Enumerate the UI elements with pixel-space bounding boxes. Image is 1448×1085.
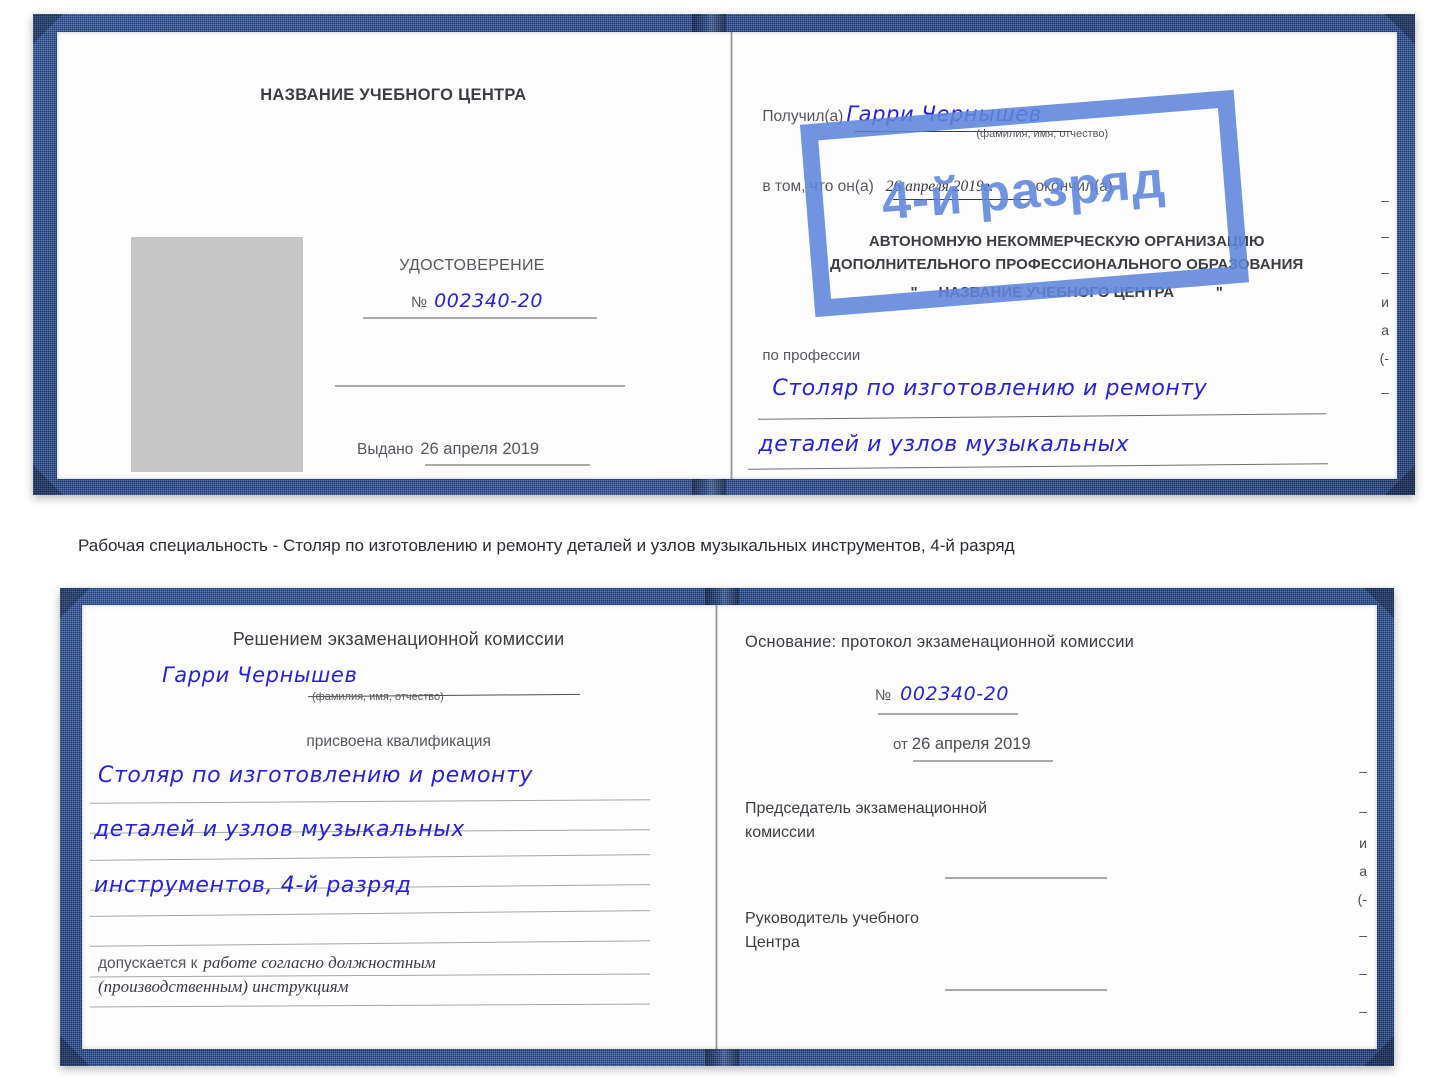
in-that-label: в том, что он(а) — [762, 178, 874, 195]
page2-center-fold — [715, 605, 719, 1049]
completion-date-rule — [893, 199, 1034, 201]
org-line-2: ДОПОЛНИТЕЛЬНОГО ПРОФЕССИОНАЛЬНОГО ОБРАЗО… — [830, 256, 1304, 273]
chairman-signature-rule — [945, 877, 1108, 879]
qual-rule-1 — [90, 799, 650, 805]
qualification-line-1: Столяр по изготовлению и ремонту — [98, 763, 534, 788]
in-that-row: в том, что он(а) 26 апреля 2019г. окончи… — [762, 178, 1113, 196]
certificate-pages-top: НАЗВАНИЕ УЧЕБНОГО ЦЕНТРА УДОСТОВЕРЕНИЕ №… — [57, 32, 1397, 479]
protocol-number-row: № 002340-20 — [875, 683, 1009, 705]
doc1-right-page: Получил(а) Гарри Чернышев (фамилия, имя,… — [736, 32, 1397, 479]
doc2-edge-fragment-1: – — [1359, 763, 1367, 779]
doc2-edge-fragment-5: (- — [1357, 891, 1367, 907]
edge-fragment-4: и — [1381, 294, 1389, 310]
admitted-value-2: (производственным) инструкциям — [98, 977, 349, 996]
received-row: Получил(а) Гарри Чернышев — [762, 102, 1041, 126]
protocol-number-rule — [878, 713, 1019, 715]
admitted-row: допускается к работе согласно должностны… — [98, 953, 436, 973]
received-label: Получил(а) — [762, 108, 844, 125]
issued-date: 26 апреля 2019 — [420, 440, 540, 458]
profession-label: по профессии — [762, 347, 861, 364]
head-line-2: Центра — [745, 934, 800, 951]
doc2-right-page: Основание: протокол экзаменационной коми… — [723, 605, 1377, 1049]
finished-label: окончил(а) — [1035, 178, 1113, 195]
qual-rule-2 — [90, 854, 650, 862]
edge-fragment-1: – — [1381, 192, 1389, 208]
head-line-1: Руководитель учебного — [745, 910, 919, 927]
edge-fragment-5: а — [1381, 322, 1389, 338]
organization-block: АВТОНОМНУЮ НЕКОММЕРЧЕСКУЮ ОРГАНИЗАЦИЮ ДО… — [736, 230, 1397, 276]
qual-rule-3b — [90, 940, 650, 947]
chairman-line-2: комиссии — [745, 824, 815, 841]
commission-decision-title: Решением экзаменационной комиссии — [232, 629, 565, 649]
issued-row: Выдано 26 апреля 2019 — [357, 440, 544, 459]
from-label: от — [893, 736, 908, 753]
profession-rule-2 — [748, 463, 1329, 470]
completion-date: 26 апреля 2019г. — [885, 178, 994, 195]
certificate-word: УДОСТОВЕРЕНИЕ — [399, 257, 545, 274]
basis-label: Основание: протокол экзаменационной коми… — [745, 633, 1135, 651]
profession-line-1: Столяр по изготовлению и ремонту — [772, 376, 1208, 401]
doc2-edge-fragment-7: – — [1359, 965, 1367, 981]
edge-fragment-2: – — [1381, 228, 1389, 244]
issued-date-rule — [425, 464, 590, 466]
head-block: Руководитель учебного Центра — [745, 907, 919, 955]
org-line-1: АВТОНОМНУЮ НЕКОММЕРЧЕСКУЮ ОРГАНИЗАЦИЮ — [868, 233, 1265, 250]
qualification-line-3: инструментов, 4-й разряд — [94, 873, 412, 898]
qualification-line-2: деталей и узлов музыкальных — [94, 817, 465, 842]
quote-open: " — [910, 284, 918, 301]
fio-caption: (фамилия, имя, отчество) — [976, 128, 1109, 140]
certificate-number-rule — [363, 317, 597, 319]
graduate-name: Гарри Чернышев — [162, 663, 358, 687]
protocol-date-rule — [913, 760, 1054, 762]
doc2-edge-fragment-4: а — [1359, 863, 1367, 879]
certificate-book-top: НАЗВАНИЕ УЧЕБНОГО ЦЕНТРА УДОСТОВЕРЕНИЕ №… — [33, 14, 1415, 495]
admitted-label: допускается к — [98, 955, 198, 972]
issued-label: Выдано — [357, 441, 414, 458]
doc2-edge-fragment-8: – — [1359, 1003, 1367, 1019]
protocol-date-row: от 26 апреля 2019 — [893, 735, 1031, 754]
profession-rule-1 — [758, 413, 1327, 420]
protocol-number-symbol: № — [875, 687, 892, 704]
photo-placeholder — [131, 237, 303, 472]
certificate-book-bottom: Решением экзаменационной комиссии Гарри … — [60, 588, 1394, 1066]
fio-caption-2: (фамилия, имя, отчество) — [312, 691, 444, 703]
edge-fragment-7: – — [1381, 384, 1389, 400]
page-caption: Рабочая специальность - Столяр по изгото… — [78, 536, 1015, 555]
chairman-line-1: Председатель экзаменационной — [745, 800, 988, 817]
chairman-block: Председатель экзаменационной комиссии — [745, 797, 987, 845]
doc2-edge-fragment-3: и — [1359, 835, 1367, 851]
doc2-edge-fragment-2: – — [1359, 803, 1367, 819]
doc1-left-page: НАЗВАНИЕ УЧЕБНОГО ЦЕНТРА УДОСТОВЕРЕНИЕ №… — [57, 32, 730, 479]
admitted-value-1: работе согласно должностным — [203, 953, 436, 972]
qual-rule-3 — [90, 910, 650, 918]
admitted-rule-2 — [90, 1003, 650, 1008]
org-name: НАЗВАНИЕ УЧЕБНОГО ЦЕНТРА — [938, 284, 1175, 301]
edge-fragment-3: – — [1381, 264, 1389, 280]
org-name-line: " НАЗВАНИЕ УЧЕБНОГО ЦЕНТРА " — [736, 284, 1397, 301]
protocol-date-value: 26 апреля 2019 — [911, 735, 1031, 753]
assigned-qualification-label: присвоена квалификация — [306, 733, 491, 750]
blank-rule — [335, 385, 625, 387]
recipient-name: Гарри Чернышев — [846, 102, 1042, 126]
training-center-title: НАЗВАНИЕ УЧЕБНОГО ЦЕНТРА — [260, 86, 527, 104]
certificate-number-value: 002340-20 — [434, 290, 544, 312]
doc2-left-page: Решением экзаменационной комиссии Гарри … — [82, 605, 715, 1049]
certificate-number-row: № 002340-20 — [357, 290, 597, 312]
page-center-fold — [729, 32, 733, 479]
number-symbol: № — [410, 294, 428, 311]
quote-close: " — [1215, 284, 1223, 301]
certificate-pages-bottom: Решением экзаменационной комиссии Гарри … — [82, 605, 1377, 1049]
doc2-edge-fragment-6: – — [1359, 927, 1367, 943]
profession-line-2: деталей и узлов музыкальных — [758, 432, 1130, 457]
head-signature-rule — [945, 989, 1108, 991]
edge-fragment-6: (- — [1379, 350, 1389, 366]
protocol-number-value: 002340-20 — [900, 683, 1010, 705]
